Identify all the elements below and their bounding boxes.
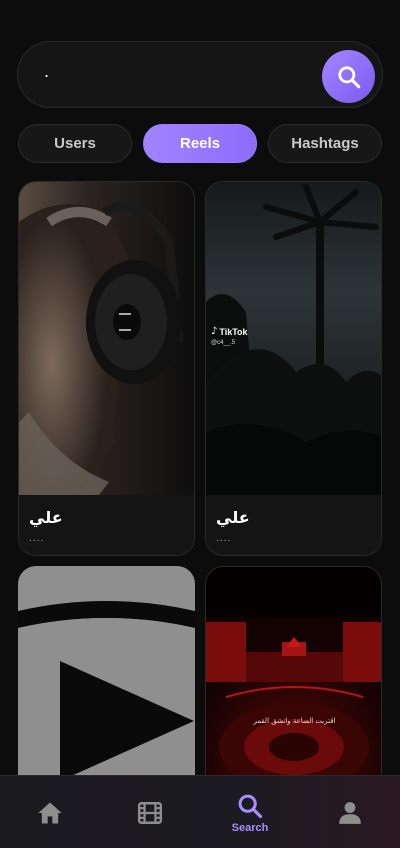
reel-thumbnail [19, 182, 194, 495]
nav-search[interactable]: Search [220, 776, 280, 848]
tiktok-icon: ♪ [211, 326, 218, 337]
tiktok-label: TikTok [219, 326, 248, 337]
reel-title: علي [29, 508, 63, 527]
reel-info: علي .... [19, 495, 194, 555]
reel-title: علي [216, 508, 250, 527]
tab-reels[interactable]: Reels [143, 124, 257, 163]
reel-thumbnail: ♪ TikTok @c4__.5 [206, 182, 381, 495]
nav-reels[interactable] [120, 776, 180, 848]
nav-home[interactable] [20, 776, 80, 848]
film-icon [137, 801, 163, 824]
search-button[interactable] [322, 50, 375, 103]
reel-info: علي .... [206, 495, 381, 555]
search-icon [337, 65, 360, 88]
reel-card[interactable]: ♪ TikTok @c4__.5 علي .... [205, 181, 382, 556]
tiktok-watermark: ♪ TikTok [211, 326, 248, 337]
nav-search-label: Search [231, 821, 269, 834]
reel-subtitle: .... [216, 534, 232, 544]
search-icon [238, 794, 263, 818]
reel-card[interactable]: علي .... [18, 181, 195, 556]
home-icon [38, 802, 62, 823]
tab-hashtags[interactable]: Hashtags [268, 124, 382, 163]
bottom-nav: Search [0, 775, 400, 848]
tab-users[interactable]: Users [18, 124, 132, 163]
person-icon [339, 801, 361, 824]
nav-profile[interactable] [320, 776, 380, 848]
reel-subtitle: .... [29, 534, 45, 544]
search-bar [17, 41, 383, 108]
tiktok-handle: @c4__.5 [211, 340, 236, 346]
reel-overlay-text: اقتربت الساعة وانشق القمر [253, 717, 336, 725]
